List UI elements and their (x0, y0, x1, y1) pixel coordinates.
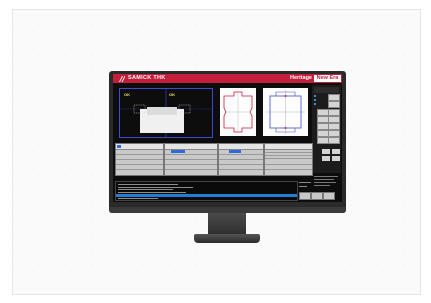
status-indicator (314, 103, 316, 105)
data-tables (113, 143, 313, 176)
logo-icon (119, 75, 125, 82)
panel-button[interactable] (328, 101, 340, 108)
panel-button[interactable] (328, 123, 340, 130)
selected-cell[interactable] (117, 145, 121, 148)
footer-button[interactable] (323, 192, 335, 200)
log-line (118, 186, 193, 188)
panel-button[interactable] (328, 130, 340, 137)
action-button[interactable] (322, 149, 330, 154)
log-console[interactable] (115, 181, 298, 201)
action-button[interactable] (322, 156, 330, 161)
readout-line (314, 185, 330, 186)
monitor-base (194, 234, 260, 243)
footer-buttons (299, 192, 339, 200)
panel-button[interactable] (328, 116, 340, 123)
footer-button[interactable] (299, 192, 311, 200)
log-line (118, 189, 173, 191)
results-table[interactable] (115, 143, 164, 176)
status-readout (313, 174, 340, 191)
counter-text (299, 182, 311, 183)
status-bar (113, 202, 342, 205)
action-button[interactable] (332, 149, 340, 154)
part-profile-view[interactable] (220, 88, 256, 136)
camera-view-main[interactable]: OK OK (119, 88, 213, 138)
tagline-highlight: New Era (314, 75, 341, 82)
monitor-neck (208, 213, 246, 235)
log-line (118, 191, 186, 193)
brand-name: SAMICK THK (128, 75, 166, 81)
tagline-primary: Heritage (289, 75, 312, 81)
selected-row[interactable] (171, 150, 185, 153)
monitor: SAMICK THK Heritage New Era OK OK (109, 71, 346, 213)
status-indicator (314, 95, 316, 97)
panel-button[interactable] (328, 109, 340, 116)
panel-button[interactable] (328, 137, 340, 144)
grid-table[interactable] (264, 143, 313, 176)
table-header (219, 144, 263, 150)
selected-row[interactable] (229, 150, 241, 153)
app-titlebar: SAMICK THK Heritage New Era (113, 74, 342, 83)
camera-overlay (120, 89, 212, 137)
table-header (116, 144, 163, 150)
counter-text (299, 186, 307, 187)
table-header (265, 144, 312, 150)
readout-line (314, 179, 334, 180)
action-buttons (312, 149, 341, 177)
log-line (118, 197, 158, 199)
panel-button[interactable] (328, 94, 340, 101)
status-indicator (314, 99, 316, 101)
screen: SAMICK THK Heritage New Era OK OK (113, 74, 342, 205)
panel-header (314, 87, 339, 93)
spec-table[interactable] (218, 143, 264, 176)
readout-line (314, 176, 338, 177)
part-top-view[interactable] (263, 88, 308, 136)
measurement-table[interactable] (164, 143, 218, 176)
footer-button[interactable] (311, 192, 323, 200)
action-button[interactable] (332, 156, 340, 161)
readout-line (314, 182, 336, 183)
log-selected-line[interactable] (116, 194, 297, 197)
log-line (118, 184, 178, 186)
